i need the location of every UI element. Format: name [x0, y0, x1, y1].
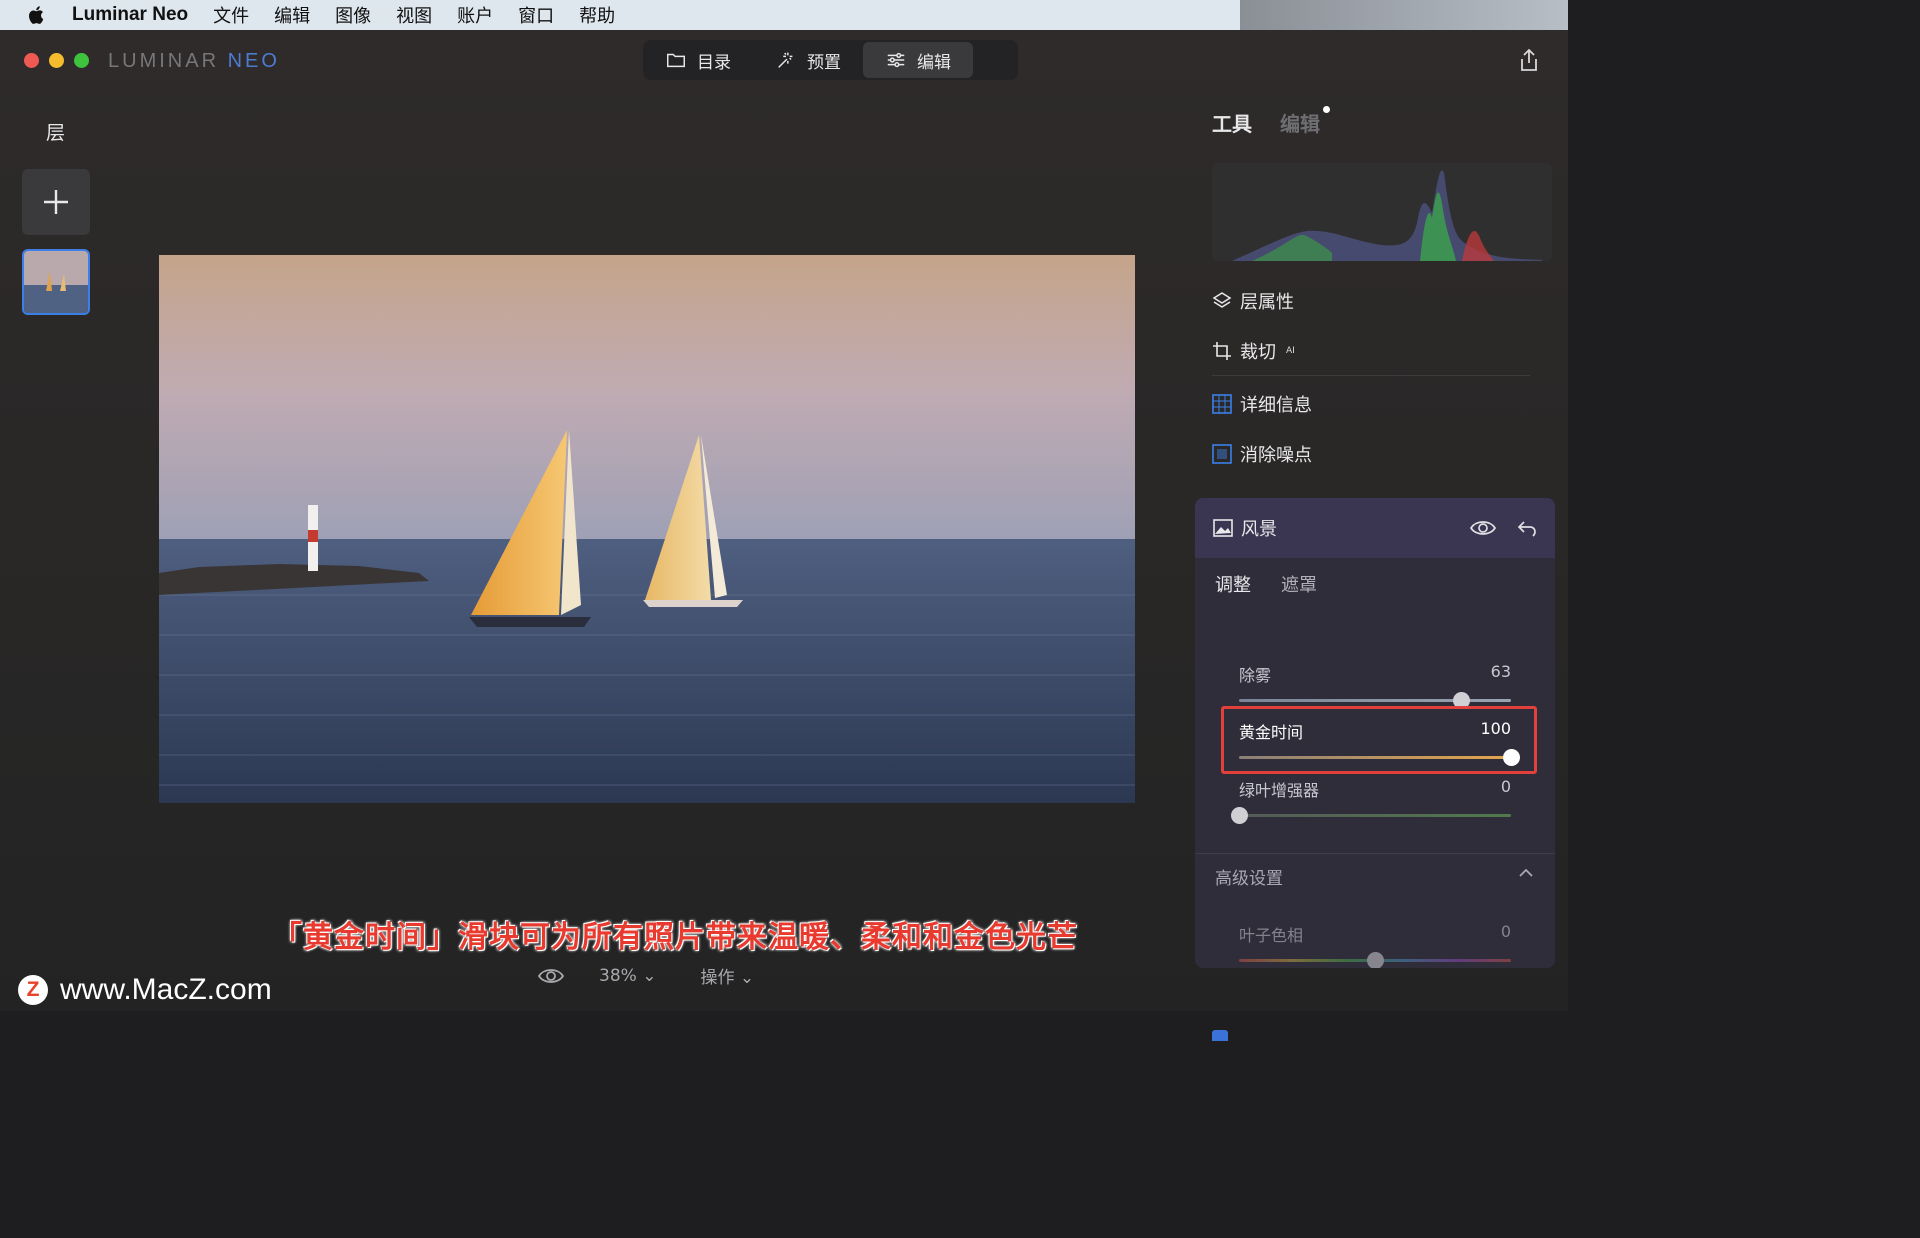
menu-help[interactable]: 帮助	[579, 2, 615, 28]
slider-track[interactable]	[1239, 749, 1520, 766]
watermark: Z www.MacZ.com	[18, 973, 272, 1007]
sparkle-wand-icon	[778, 52, 793, 68]
desktop-background	[1240, 0, 1568, 30]
actions-dropdown[interactable]: 操作 ⌄	[700, 963, 754, 988]
slider-track[interactable]	[1239, 952, 1511, 968]
menu-file[interactable]: 文件	[213, 2, 249, 28]
eye-icon[interactable]	[537, 967, 565, 985]
tab-adjust[interactable]: 调整	[1215, 571, 1251, 597]
subtitle-caption: 「黄金时间」滑块可为所有照片带来温暖、柔和和金色光芒	[272, 920, 1078, 955]
next-tool-icon[interactable]	[1212, 1030, 1228, 1041]
menu-image[interactable]: 图像	[335, 2, 371, 28]
slider-value: 63	[1490, 662, 1511, 681]
menu-window[interactable]: 窗口	[518, 2, 554, 28]
window-controls	[24, 53, 89, 68]
menu-bar: Luminar Neo 文件 编辑 图像 视图 账户 窗口 帮助	[0, 0, 1240, 30]
chevron-down-icon: ⌄	[642, 965, 657, 986]
sliders-icon	[887, 52, 905, 68]
close-window-button[interactable]	[24, 53, 39, 68]
tool-denoise[interactable]: 消除噪点	[1212, 441, 1312, 467]
slider-label: 绿叶增强器	[1239, 781, 1320, 800]
tab-presets[interactable]: 预置	[753, 42, 863, 78]
right-panel-tabs: 工具 编辑	[1212, 106, 1330, 137]
slider-value: 100	[1480, 719, 1511, 738]
slider-knob[interactable]	[1503, 749, 1520, 766]
eye-icon[interactable]	[1469, 519, 1497, 537]
layer-thumbnail[interactable]	[22, 249, 90, 315]
crop-icon	[1213, 342, 1231, 360]
slider-foliage-hue[interactable]: 叶子色相 0	[1239, 922, 1511, 968]
denoise-icon	[1212, 444, 1232, 464]
slider-foliage-enhancer[interactable]: 绿叶增强器 0	[1231, 777, 1511, 824]
layers-title: 层	[46, 122, 66, 144]
slider-label: 叶子色相	[1239, 926, 1304, 945]
undo-icon[interactable]	[1517, 519, 1537, 537]
slider-value: 0	[1500, 777, 1511, 796]
advanced-settings-toggle[interactable]: 高级设置	[1215, 864, 1283, 889]
share-icon[interactable]	[1518, 48, 1540, 72]
photo-canvas[interactable]	[159, 255, 1135, 803]
slider-golden-hour[interactable]: 黄金时间 100	[1239, 719, 1520, 766]
ai-badge: AI	[1286, 346, 1295, 356]
tab-catalog[interactable]: 目录	[643, 42, 753, 78]
layer-thumbnail-image	[24, 251, 88, 313]
slider-value: 0	[1500, 922, 1511, 941]
landscape-subtabs: 调整 遮罩	[1195, 558, 1555, 610]
tab-edit[interactable]: 编辑	[863, 42, 973, 78]
app-logo: LUMINAR NEO	[108, 50, 280, 72]
landscape-panel: 风景 调整 遮罩 除雾63 黄金时间100 绿叶增强器0 高级设置 叶子色	[1195, 498, 1555, 968]
tool-crop[interactable]: 裁切 AI	[1212, 338, 1295, 364]
view-toolbar: 38% ⌄ 操作 ⌄	[537, 963, 754, 988]
menu-edit[interactable]: 编辑	[274, 2, 310, 28]
menu-view[interactable]: 视图	[396, 2, 432, 28]
slider-label: 黄金时间	[1239, 723, 1304, 742]
zoom-dropdown[interactable]: 38% ⌄	[599, 966, 656, 986]
folder-icon	[667, 53, 685, 68]
minimize-window-button[interactable]	[49, 53, 64, 68]
slider-knob[interactable]	[1367, 952, 1384, 968]
tool-details[interactable]: 详细信息	[1212, 391, 1312, 417]
slider-dehaze[interactable]: 除雾 63	[1239, 662, 1511, 709]
mode-switcher: 目录 预置 编辑	[643, 40, 1018, 80]
tab-edits[interactable]: 编辑	[1280, 106, 1330, 137]
landscape-panel-header[interactable]: 风景	[1195, 498, 1555, 558]
tool-layer-properties[interactable]: 层属性	[1212, 288, 1294, 314]
slider-track[interactable]	[1231, 807, 1511, 824]
watermark-logo: Z	[18, 975, 48, 1005]
advanced-divider	[1195, 853, 1555, 854]
landscape-title: 风景	[1241, 519, 1277, 540]
details-grid-icon	[1212, 394, 1232, 414]
tab-tools[interactable]: 工具	[1212, 108, 1252, 137]
apple-logo-icon[interactable]	[26, 4, 48, 26]
chevron-up-icon[interactable]	[1519, 868, 1533, 878]
layers-icon	[1212, 292, 1232, 308]
histogram	[1212, 163, 1552, 261]
unsaved-dot-icon	[1323, 106, 1330, 113]
zoom-window-button[interactable]	[74, 53, 89, 68]
slider-label: 除雾	[1239, 666, 1272, 685]
tool-divider	[1212, 375, 1530, 376]
plus-icon	[44, 190, 68, 214]
menu-account[interactable]: 账户	[457, 2, 493, 28]
menu-app-name[interactable]: Luminar Neo	[72, 4, 188, 26]
landscape-icon	[1213, 519, 1233, 537]
slider-knob[interactable]	[1231, 807, 1248, 824]
app-window: LUMINAR NEO 目录 预置 编辑 层 「黄金时间」滑块可为所有照片带来温…	[0, 30, 1568, 1041]
add-layer-button[interactable]	[22, 169, 90, 235]
slider-track[interactable]	[1239, 692, 1511, 709]
chevron-down-icon: ⌄	[739, 968, 755, 988]
tab-mask[interactable]: 遮罩	[1281, 571, 1317, 597]
